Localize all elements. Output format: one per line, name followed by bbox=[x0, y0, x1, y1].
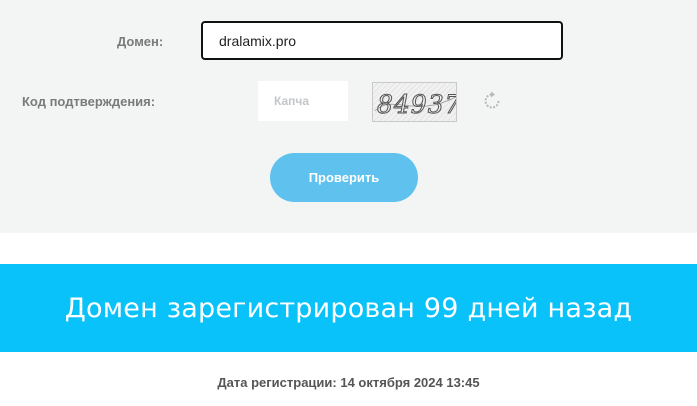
result-banner: Домен зарегистрирован 99 дней назад bbox=[0, 264, 697, 352]
domain-input[interactable] bbox=[201, 21, 563, 60]
registration-date: Дата регистрации: 14 октября 2024 13:45 bbox=[217, 375, 480, 390]
captcha-label: Код подтверждения: bbox=[22, 94, 156, 109]
result-title: Домен зарегистрирован 99 дней назад bbox=[64, 292, 633, 324]
captcha-input[interactable] bbox=[258, 81, 348, 121]
captcha-image-graphic: 84937 bbox=[374, 90, 457, 120]
captcha-image-text: 84937 bbox=[377, 90, 457, 119]
refresh-icon[interactable] bbox=[481, 90, 503, 112]
captcha-image: 84937 bbox=[372, 82, 457, 122]
domain-check-form: Домен: Код подтверждения: 84937 Проверит… bbox=[0, 0, 697, 233]
check-button[interactable]: Проверить bbox=[270, 153, 418, 202]
domain-label: Домен: bbox=[117, 34, 164, 49]
